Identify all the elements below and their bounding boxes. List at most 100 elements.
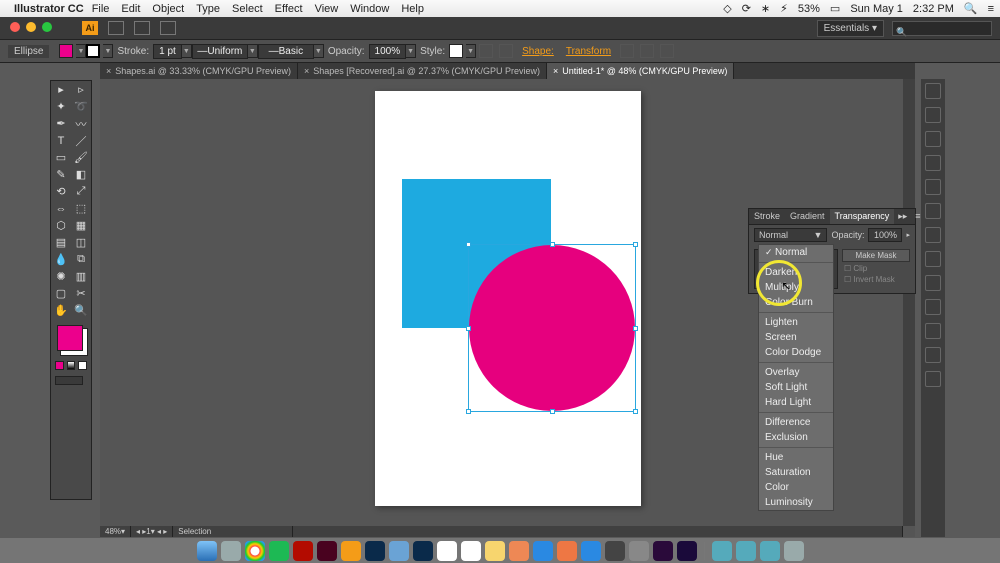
color-guide-panel-icon[interactable]: [925, 107, 941, 123]
zoom-window-button[interactable]: [42, 22, 52, 32]
rotate-tool[interactable]: ⟲: [51, 183, 71, 200]
resize-handle[interactable]: [633, 409, 638, 414]
dock-mail-icon[interactable]: [533, 541, 553, 561]
blend-mode-saturation[interactable]: Saturation: [759, 465, 833, 480]
blend-mode-exclusion[interactable]: Exclusion: [759, 430, 833, 445]
dock-photoshop-icon[interactable]: [365, 541, 385, 561]
resize-handle[interactable]: [550, 409, 555, 414]
blend-mode-darken[interactable]: Darken: [759, 265, 833, 280]
dock-downloads-icon[interactable]: [712, 541, 732, 561]
graph-tool[interactable]: ▥: [71, 268, 91, 285]
dock-notes-icon[interactable]: [485, 541, 505, 561]
recolor-icon[interactable]: [479, 44, 493, 58]
blend-mode-hard-light[interactable]: Hard Light: [759, 395, 833, 410]
pen-tool[interactable]: ✒: [51, 115, 71, 132]
close-tab-icon[interactable]: ×: [553, 66, 558, 76]
dock-airdrop-icon[interactable]: [760, 541, 780, 561]
zoom-level-select[interactable]: 48% ▾: [100, 526, 131, 537]
resize-handle[interactable]: [466, 409, 471, 414]
hand-tool[interactable]: ✋: [51, 302, 71, 319]
panel-opacity-slider-icon[interactable]: ▸: [906, 231, 910, 239]
opacity-input[interactable]: 100%: [369, 44, 407, 59]
blend-mode-screen[interactable]: Screen: [759, 330, 833, 345]
battery-percent[interactable]: 53%: [798, 3, 820, 15]
wifi-icon[interactable]: ⚡︎: [780, 2, 788, 15]
blend-mode-select[interactable]: Normal▼: [754, 228, 827, 242]
rectangle-tool[interactable]: ▭: [51, 149, 71, 166]
symbols-panel-icon[interactable]: [925, 179, 941, 195]
blend-mode-color-dodge[interactable]: Color Dodge: [759, 345, 833, 360]
dock-finder-icon[interactable]: [197, 541, 217, 561]
scale-tool[interactable]: ⤢: [71, 183, 91, 200]
symbol-sprayer-tool[interactable]: ✺: [51, 268, 71, 285]
resize-handle[interactable]: [550, 242, 555, 247]
blend-mode-color-burn[interactable]: Color Burn: [759, 295, 833, 310]
dock-chrome-icon[interactable]: [245, 541, 265, 561]
menu-file[interactable]: File: [92, 3, 110, 15]
doc-tab-3[interactable]: ×Untitled-1* @ 48% (CMYK/GPU Preview): [547, 63, 734, 79]
swatches-panel-icon[interactable]: [925, 131, 941, 147]
eyedropper-tool[interactable]: 💧: [51, 251, 71, 268]
menu-edit[interactable]: Edit: [121, 3, 140, 15]
perspective-tool[interactable]: ▦: [71, 217, 91, 234]
blend-mode-overlay[interactable]: Overlay: [759, 365, 833, 380]
magic-wand-tool[interactable]: ✦: [51, 98, 71, 115]
brush-dropdown[interactable]: ▼: [314, 44, 324, 58]
menu-select[interactable]: Select: [232, 3, 263, 15]
panel-collapse-icon[interactable]: ▸▸: [894, 209, 911, 224]
color-mode-icon[interactable]: [55, 361, 64, 370]
clip-icon[interactable]: [640, 44, 654, 58]
resize-handle[interactable]: [633, 326, 638, 331]
selection-bounding-box[interactable]: [468, 244, 636, 412]
dock-appstore-icon[interactable]: [581, 541, 601, 561]
menu-object[interactable]: Object: [152, 3, 184, 15]
stroke-swatch[interactable]: [86, 44, 100, 58]
paintbrush-tool[interactable]: 🖌: [71, 149, 91, 166]
libraries-panel-icon[interactable]: [925, 371, 941, 387]
mesh-tool[interactable]: ▤: [51, 234, 71, 251]
menu-type[interactable]: Type: [196, 3, 220, 15]
slice-tool[interactable]: ✂: [71, 285, 91, 302]
appearance-panel-icon[interactable]: [925, 275, 941, 291]
selection-tool[interactable]: ▸: [51, 81, 71, 98]
resize-handle[interactable]: [466, 326, 471, 331]
menu-help[interactable]: Help: [401, 3, 424, 15]
panel-tab-transparency[interactable]: Transparency: [830, 209, 895, 224]
resize-handle[interactable]: [633, 242, 638, 247]
dock-safari-icon[interactable]: [221, 541, 241, 561]
brush-select[interactable]: — Basic: [258, 44, 314, 59]
profile-dropdown[interactable]: ▼: [248, 44, 258, 58]
none-mode-icon[interactable]: [78, 361, 87, 370]
align-icon[interactable]: [499, 44, 513, 58]
doc-tab-2[interactable]: ×Shapes [Recovered].ai @ 27.37% (CMYK/GP…: [298, 63, 547, 79]
menu-view[interactable]: View: [315, 3, 339, 15]
dock-indesign-icon[interactable]: [317, 541, 337, 561]
menu-window[interactable]: Window: [350, 3, 389, 15]
shape-link[interactable]: Shape:: [522, 46, 554, 57]
app-name[interactable]: Illustrator CC: [14, 3, 84, 15]
menu-extras-icon[interactable]: ≡: [988, 3, 994, 15]
workspace-switcher[interactable]: Essentials ▾: [817, 20, 884, 37]
dropbox-icon[interactable]: ◇: [723, 2, 731, 15]
layers-panel-icon[interactable]: [925, 323, 941, 339]
edit-icon[interactable]: [660, 44, 674, 58]
blend-mode-multiply[interactable]: Multiply: [759, 280, 833, 295]
artboard-tool[interactable]: ▢: [51, 285, 71, 302]
bridge-icon[interactable]: [108, 21, 124, 35]
stroke-weight-stepper[interactable]: ▼: [182, 44, 192, 58]
gradient-mode-icon[interactable]: [67, 361, 76, 370]
fill-stroke-indicator[interactable]: [57, 325, 83, 351]
sync-icon[interactable]: ⟳: [742, 2, 751, 15]
stroke-weight-input[interactable]: 1 pt: [153, 44, 182, 59]
dock-preview-icon[interactable]: [389, 541, 409, 561]
battery-icon[interactable]: ▭: [830, 2, 840, 15]
blend-mode-lighten[interactable]: Lighten: [759, 315, 833, 330]
type-tool[interactable]: T: [51, 132, 71, 149]
menu-time[interactable]: 2:32 PM: [913, 3, 954, 15]
dock-spotify-icon[interactable]: [269, 541, 289, 561]
profile-select[interactable]: — Uniform: [192, 44, 248, 59]
transparency-panel-icon[interactable]: [925, 251, 941, 267]
horizontal-scrollbar[interactable]: [293, 526, 903, 537]
spotlight-icon[interactable]: 🔍: [964, 2, 978, 15]
menu-date[interactable]: Sun May 1: [850, 3, 903, 15]
